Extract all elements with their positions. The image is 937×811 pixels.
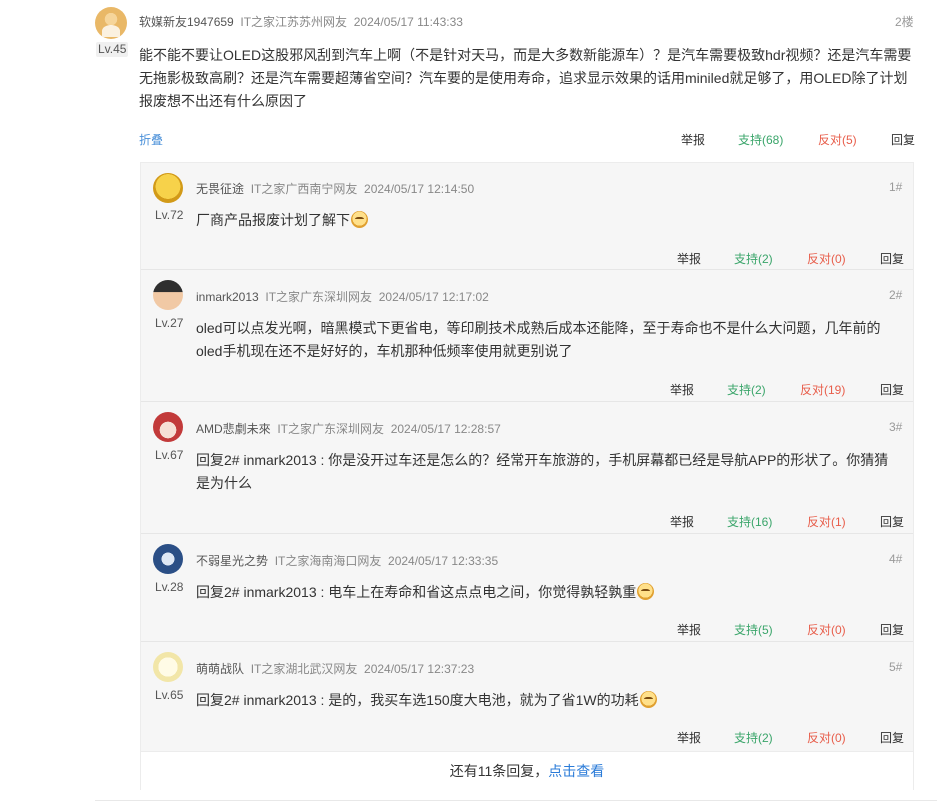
reply-text-line: 是为什么 [196, 475, 252, 491]
reply-item: Lv.28 不弱星光之势 IT之家海南海口网友 2024/05/17 12:33… [141, 534, 913, 642]
reply-button[interactable]: 回复 [880, 250, 904, 267]
comment-content: 能不能不要让OLED这股邪风刮到汽车上啊（不是针对天马，而是大多数新能源车）？是… [139, 47, 912, 109]
level-badge: Lv.27 [155, 316, 184, 330]
oppose-button[interactable]: 反对(1) [807, 513, 846, 530]
floor-number: 5# [889, 660, 903, 674]
comment-thread: Lv.45 软媒新友1947659 IT之家江苏苏州网友 2024/05/17 … [0, 0, 937, 811]
reply-button[interactable]: 回复 [880, 729, 904, 746]
reply-text-line: 厂商产品报废计划了解下 [196, 212, 350, 228]
report-button[interactable]: 举报 [677, 621, 701, 638]
divider [95, 800, 937, 801]
support-button[interactable]: 支持(2) [734, 729, 773, 746]
reply-content: 回复2# inmark2013 : 是的，我买车选150度大电池，就为了省1W的… [196, 689, 657, 712]
level-badge: Lv.65 [155, 688, 184, 702]
avatar[interactable] [153, 544, 183, 574]
report-button[interactable]: 举报 [677, 729, 701, 746]
floor-number: 4# [889, 552, 903, 566]
oppose-button[interactable]: 反对(19) [800, 381, 845, 398]
oppose-button[interactable]: 反对(0) [807, 729, 846, 746]
reply-meta: 不弱星光之势 IT之家海南海口网友 2024/05/17 12:33:35 [196, 552, 498, 569]
level-badge: Lv.72 [155, 208, 184, 222]
username[interactable]: 萌萌战队 [196, 662, 244, 676]
reply-text-line: 回复2# inmark2013 : 你是没开过车还是怎么的？经常开车旅游的，手机… [196, 452, 889, 468]
reply-meta: 无畏征途 IT之家广西南宁网友 2024/05/17 12:14:50 [196, 180, 474, 197]
fold-button[interactable]: 折叠 [139, 131, 163, 148]
comment-time: 2024/05/17 11:43:33 [353, 15, 463, 29]
reply-button[interactable]: 回复 [880, 381, 904, 398]
reply-text-line: oled手机现在还不是好好的，车机那种低频率使用就更别说了 [196, 343, 573, 359]
level-badge: Lv.45 [96, 42, 129, 57]
report-button[interactable]: 举报 [681, 131, 705, 148]
reply-meta: AMD悲劇未來 IT之家广东深圳网友 2024/05/17 12:28:57 [196, 420, 501, 437]
view-more-link[interactable]: 点击查看 [548, 763, 604, 779]
avatar[interactable] [153, 412, 183, 442]
comment-time: 2024/05/17 12:14:50 [364, 182, 475, 196]
reply-meta: 萌萌战队 IT之家湖北武汉网友 2024/05/17 12:37:23 [196, 660, 474, 677]
reply-text-line: 回复2# inmark2013 : 电车上在寿命和省这点点电之间，你觉得孰轻孰重 [196, 584, 637, 600]
user-source: IT之家广西南宁网友 [250, 182, 358, 196]
reply-item: Lv.67 AMD悲劇未來 IT之家广东深圳网友 2024/05/17 12:2… [141, 402, 913, 534]
username[interactable]: AMD悲劇未來 [196, 422, 271, 436]
comment-time: 2024/05/17 12:28:57 [390, 422, 501, 436]
support-button[interactable]: 支持(2) [727, 381, 766, 398]
reply-meta: inmark2013 IT之家广东深圳网友 2024/05/17 12:17:0… [196, 288, 489, 305]
oppose-button[interactable]: 反对(5) [818, 131, 857, 148]
floor-number: 2# [889, 288, 903, 302]
reply-content: oled可以点发光啊，暗黑模式下更省电，等印刷技术成熟后成本还能降，至于寿命也不… [196, 317, 880, 363]
oppose-button[interactable]: 反对(0) [807, 621, 846, 638]
floor-number: 1# [889, 180, 903, 194]
laugh-emoji-icon [351, 211, 368, 228]
report-button[interactable]: 举报 [677, 250, 701, 267]
username[interactable]: inmark2013 [196, 290, 259, 304]
comment-time: 2024/05/17 12:17:02 [378, 290, 489, 304]
user-source: IT之家广东深圳网友 [265, 290, 373, 304]
more-replies-bar: 还有11条回复，点击查看 [141, 751, 913, 790]
reply-content: 回复2# inmark2013 : 你是没开过车还是怎么的？经常开车旅游的，手机… [196, 449, 888, 495]
username[interactable]: 无畏征途 [196, 182, 244, 196]
reply-item: Lv.72 无畏征途 IT之家广西南宁网友 2024/05/17 12:14:5… [141, 163, 913, 270]
replies-box: Lv.72 无畏征途 IT之家广西南宁网友 2024/05/17 12:14:5… [140, 162, 914, 790]
username[interactable]: 软媒新友1947659 [139, 15, 234, 29]
avatar[interactable] [153, 280, 183, 310]
reply-button[interactable]: 回复 [880, 513, 904, 530]
floor-number: 3# [889, 420, 903, 434]
avatar[interactable] [153, 173, 183, 203]
reply-content: 厂商产品报废计划了解下 [196, 209, 368, 232]
report-button[interactable]: 举报 [670, 381, 694, 398]
support-button[interactable]: 支持(68) [738, 131, 783, 148]
oppose-button[interactable]: 反对(0) [807, 250, 846, 267]
thinking-emoji-icon [637, 583, 655, 600]
user-source: IT之家湖北武汉网友 [250, 662, 358, 676]
reply-item: Lv.27 inmark2013 IT之家广东深圳网友 2024/05/17 1… [141, 270, 913, 402]
user-source: IT之家广东深圳网友 [277, 422, 385, 436]
support-button[interactable]: 支持(16) [727, 513, 772, 530]
level-badge: Lv.67 [155, 448, 184, 462]
comment-meta: 软媒新友1947659 IT之家江苏苏州网友 2024/05/17 11:43:… [139, 13, 463, 30]
more-replies-text: 还有11条回复， [449, 763, 549, 779]
report-button[interactable]: 举报 [670, 513, 694, 530]
reply-button[interactable]: 回复 [880, 621, 904, 638]
avatar[interactable] [153, 652, 183, 682]
reply-item: Lv.65 萌萌战队 IT之家湖北武汉网友 2024/05/17 12:37:2… [141, 642, 913, 751]
reply-content: 回复2# inmark2013 : 电车上在寿命和省这点点电之间，你觉得孰轻孰重 [196, 581, 655, 604]
comment-time: 2024/05/17 12:37:23 [364, 662, 475, 676]
user-source: IT之家江苏苏州网友 [240, 15, 348, 29]
level-badge: Lv.28 [155, 580, 184, 594]
floor-number: 2楼 [895, 15, 914, 29]
avatar[interactable] [95, 7, 127, 39]
reply-text-line: 回复2# inmark2013 : 是的，我买车选150度大电池，就为了省1W的… [196, 692, 639, 708]
support-button[interactable]: 支持(5) [734, 621, 773, 638]
support-button[interactable]: 支持(2) [734, 250, 773, 267]
reply-text-line: oled可以点发光啊，暗黑模式下更省电，等印刷技术成熟后成本还能降，至于寿命也不… [196, 320, 881, 336]
reply-button[interactable]: 回复 [891, 131, 915, 148]
smile-emoji-icon [639, 691, 657, 708]
username[interactable]: 不弱星光之势 [196, 554, 268, 568]
user-source: IT之家海南海口网友 [274, 554, 382, 568]
comment-time: 2024/05/17 12:33:35 [388, 554, 499, 568]
